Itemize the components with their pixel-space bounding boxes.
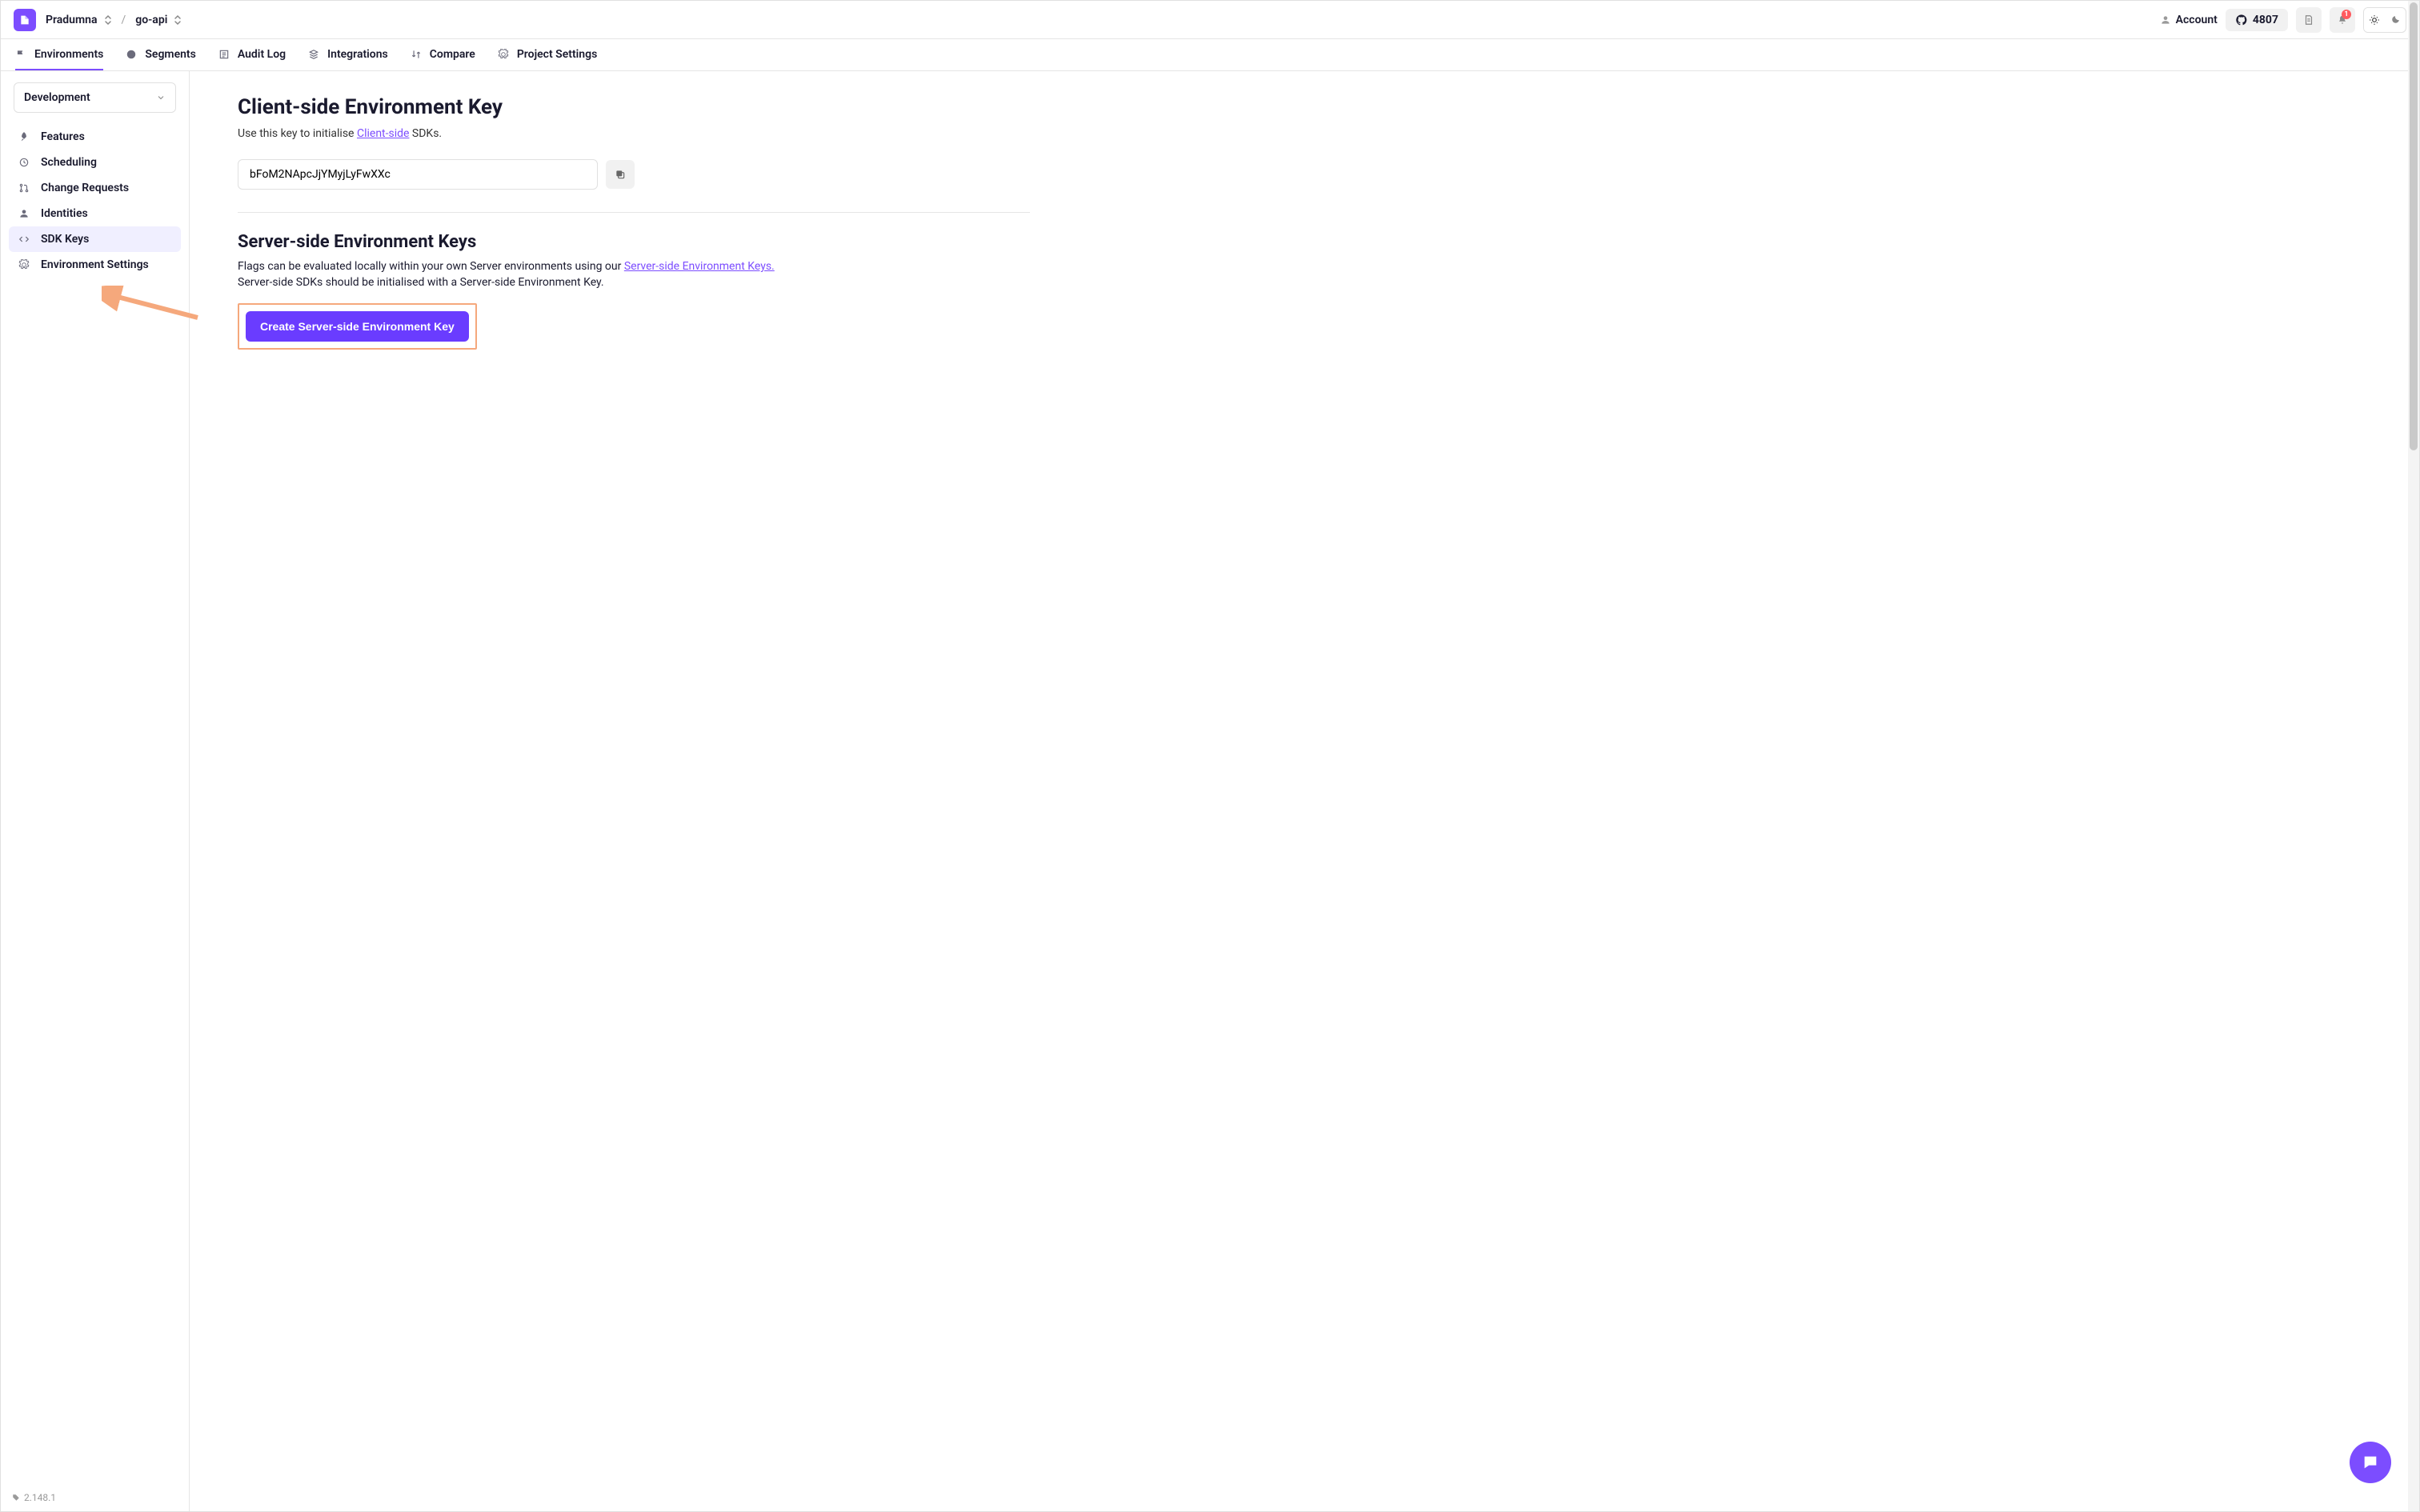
divider [238, 212, 1030, 213]
sidebar-item-label: Features [41, 130, 85, 143]
tab-audit-log[interactable]: Audit Log [218, 39, 286, 70]
chat-icon [2362, 1454, 2379, 1471]
tab-environments[interactable]: Environments [15, 39, 103, 70]
sidebar-item-sdk-keys[interactable]: SDK Keys [9, 226, 181, 252]
client-key-description: Use this key to initialise Client-side S… [238, 127, 2371, 140]
gear-icon [498, 49, 511, 60]
flag-icon [15, 49, 28, 60]
notifications-button[interactable]: 1 [2330, 7, 2355, 33]
tab-segments[interactable]: Segments [126, 39, 195, 70]
sidebar: Development Features Scheduling Change Req… [1, 71, 190, 1511]
tab-label: Environments [34, 48, 103, 61]
tab-integrations[interactable]: Integrations [308, 39, 388, 70]
sun-icon [2364, 8, 2385, 32]
server-key-title: Server-side Environment Keys [238, 232, 2371, 252]
environment-selected-label: Development [24, 91, 90, 104]
gear-icon [18, 259, 31, 270]
chevron-updown-icon [104, 14, 112, 26]
copy-icon [615, 169, 626, 180]
tab-label: Compare [430, 48, 475, 61]
chevron-updown-icon [174, 14, 182, 26]
breadcrumb-separator: / [122, 14, 126, 26]
breadcrumb-org[interactable]: Pradumna [46, 14, 112, 26]
theme-toggle[interactable] [2363, 7, 2406, 33]
sidebar-item-label: Scheduling [41, 156, 97, 169]
app-logo[interactable] [14, 9, 36, 31]
breadcrumb-project-label: go-api [135, 14, 167, 26]
sidebar-item-features[interactable]: Features [9, 124, 181, 150]
tab-label: Segments [145, 48, 195, 61]
notification-badge: 1 [2342, 10, 2351, 19]
github-count: 4807 [2253, 14, 2278, 26]
account-link[interactable]: Account [2160, 14, 2218, 26]
top-nav: Environments Segments Audit Log Integration… [1, 39, 2419, 71]
github-star-button[interactable]: 4807 [2226, 9, 2288, 31]
create-server-key-button[interactable]: Create Server-side Environment Key [246, 311, 469, 342]
clock-icon [18, 157, 31, 168]
server-side-keys-link[interactable]: Server-side Environment Keys. [624, 260, 775, 273]
client-key-input[interactable] [238, 159, 598, 190]
sidebar-item-label: SDK Keys [41, 233, 89, 246]
scrollbar[interactable] [2408, 1, 2419, 1511]
chat-widget-button[interactable] [2350, 1442, 2391, 1483]
tag-icon [12, 1494, 20, 1502]
sidebar-item-label: Identities [41, 207, 88, 220]
pr-icon [18, 182, 31, 194]
sidebar-item-environment-settings[interactable]: Environment Settings [9, 252, 181, 278]
tab-label: Integrations [327, 48, 388, 61]
list-icon [218, 49, 231, 60]
sidebar-item-scheduling[interactable]: Scheduling [9, 150, 181, 175]
github-icon [2235, 14, 2248, 26]
tab-compare[interactable]: Compare [411, 39, 475, 70]
breadcrumb-project[interactable]: go-api [135, 14, 182, 26]
environment-selector[interactable]: Development [14, 82, 176, 113]
sidebar-item-change-requests[interactable]: Change Requests [9, 175, 181, 201]
tab-project-settings[interactable]: Project Settings [498, 39, 597, 70]
server-key-description-1: Flags can be evaluated locally within yo… [238, 260, 2371, 273]
main-content: Client-side Environment Key Use this key… [190, 71, 2419, 1511]
client-side-link[interactable]: Client-side [357, 127, 409, 140]
pie-icon [126, 49, 138, 60]
client-key-title: Client-side Environment Key [238, 95, 2371, 119]
tab-label: Project Settings [517, 48, 597, 61]
stack-icon [308, 49, 321, 60]
sidebar-item-identities[interactable]: Identities [9, 201, 181, 226]
sidebar-item-label: Environment Settings [41, 258, 149, 271]
document-icon [2303, 14, 2314, 26]
server-key-description-2: Server-side SDKs should be initialised w… [238, 276, 2371, 289]
rocket-icon [18, 131, 31, 142]
copy-button[interactable] [606, 160, 635, 189]
code-icon [18, 234, 31, 245]
header-bar: Pradumna / go-api Account 4807 [1, 1, 2419, 39]
user-icon [2160, 14, 2171, 26]
highlight-annotation: Create Server-side Environment Key [238, 303, 477, 350]
docs-button[interactable] [2296, 7, 2322, 33]
chevron-down-icon [156, 93, 166, 102]
user-icon [18, 208, 31, 219]
breadcrumb-org-label: Pradumna [46, 14, 98, 26]
moon-icon [2385, 8, 2406, 32]
swap-icon [411, 49, 423, 60]
version-label: 2.148.1 [12, 1492, 56, 1503]
tab-label: Audit Log [238, 48, 286, 61]
account-label: Account [2176, 14, 2218, 26]
sidebar-item-label: Change Requests [41, 182, 129, 194]
